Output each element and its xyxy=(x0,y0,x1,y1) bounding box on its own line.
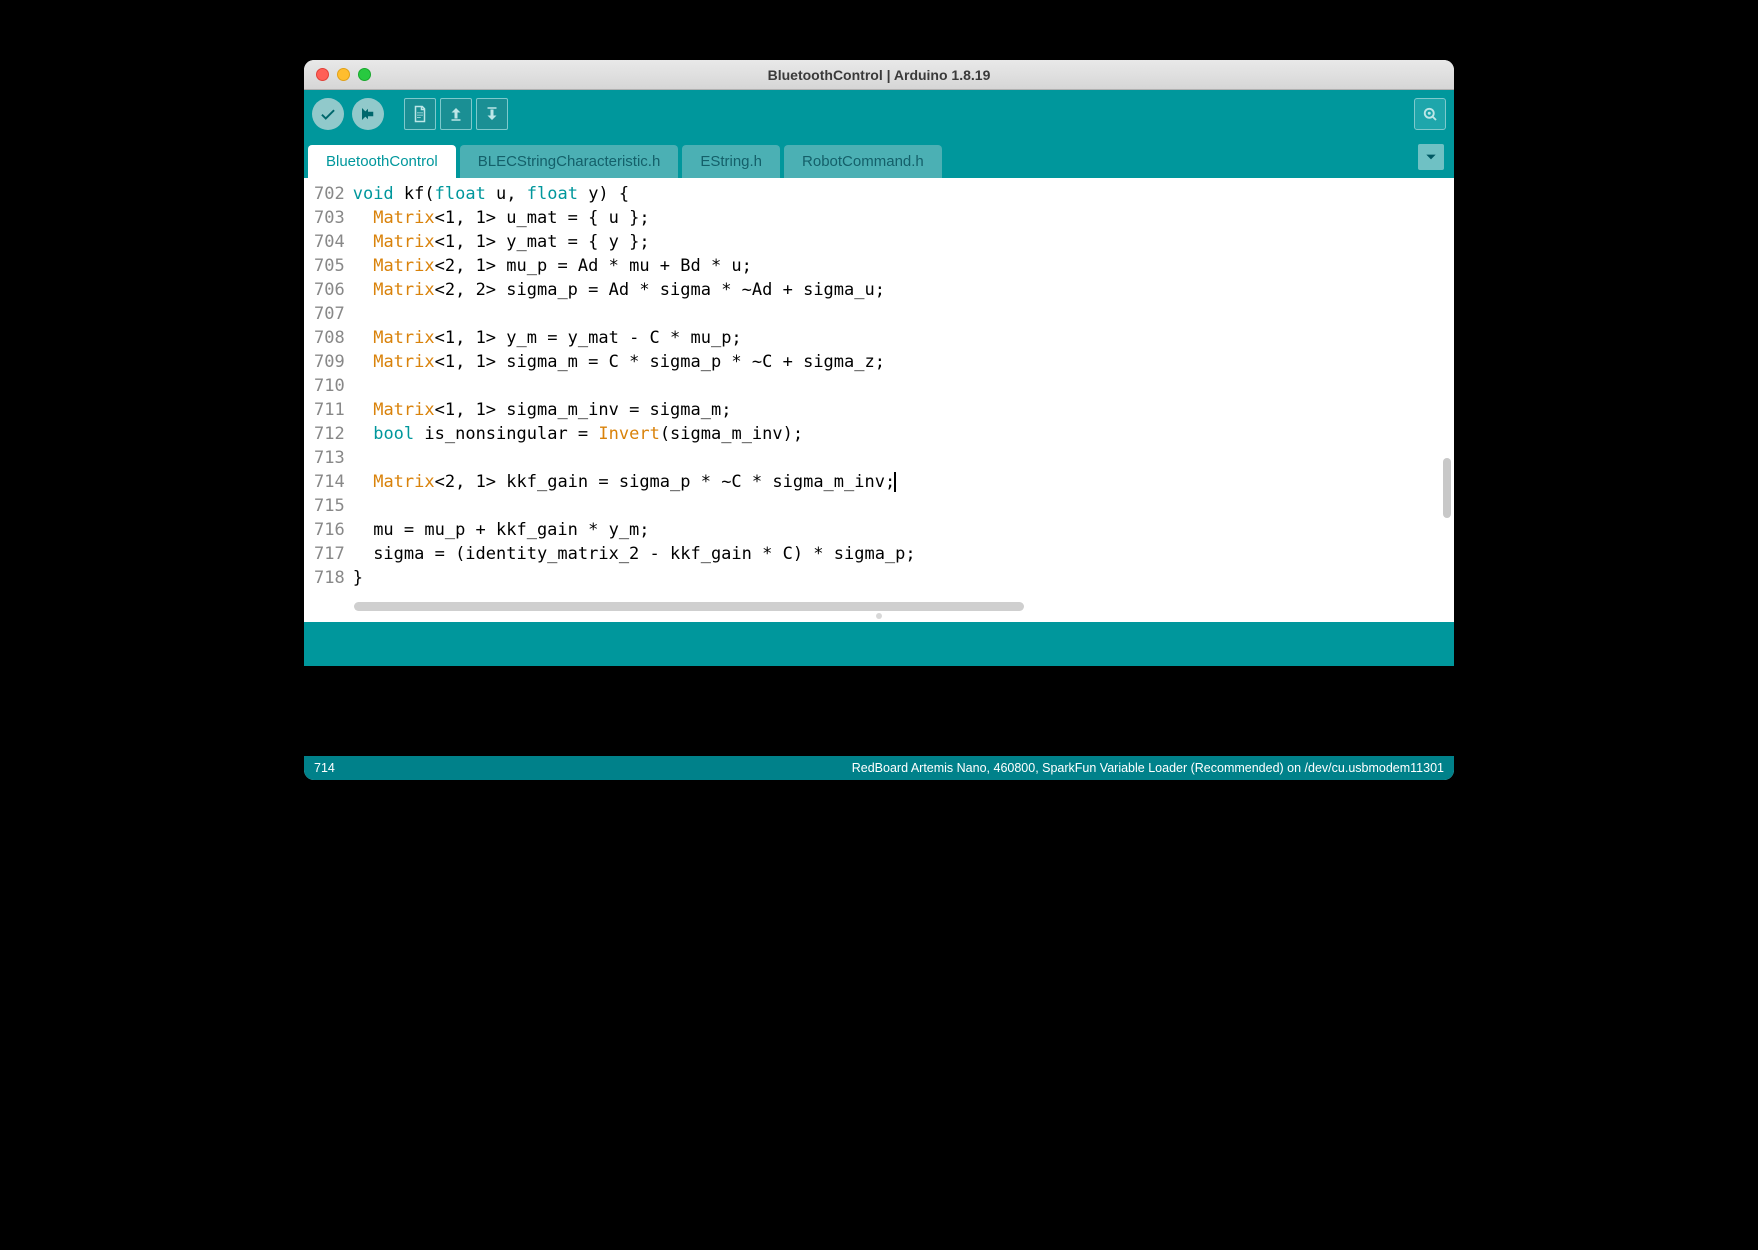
minimize-window-button[interactable] xyxy=(337,68,350,81)
window-title: BluetoothControl | Arduino 1.8.19 xyxy=(304,67,1454,83)
cursor-position: 714 xyxy=(314,761,335,775)
toolbar xyxy=(304,90,1454,138)
resize-handle-icon[interactable] xyxy=(876,613,882,619)
zoom-window-button[interactable] xyxy=(358,68,371,81)
close-window-button[interactable] xyxy=(316,68,329,81)
save-file-button[interactable] xyxy=(476,98,508,130)
code-content[interactable]: void kf(float u, float y) { Matrix<1, 1>… xyxy=(351,178,1454,598)
upload-button[interactable] xyxy=(352,98,384,130)
horizontal-scrollbar-track xyxy=(304,598,1454,622)
board-info: RedBoard Artemis Nano, 460800, SparkFun … xyxy=(852,761,1444,775)
editor-area[interactable]: 7027037047057067077087097107117127137147… xyxy=(304,178,1454,598)
text-cursor xyxy=(894,472,896,492)
tab-estring-h[interactable]: EString.h xyxy=(682,145,780,178)
tab-bluetoothcontrol[interactable]: BluetoothControl xyxy=(308,145,456,178)
open-file-button[interactable] xyxy=(440,98,472,130)
console-output[interactable] xyxy=(304,666,1454,756)
tab-menu-button[interactable] xyxy=(1418,144,1444,170)
arduino-window: BluetoothControl | Arduino 1.8.19 Blueto… xyxy=(304,60,1454,780)
traffic-lights xyxy=(304,68,371,81)
new-file-button[interactable] xyxy=(404,98,436,130)
serial-monitor-button[interactable] xyxy=(1414,98,1446,130)
vertical-scrollbar[interactable] xyxy=(1443,458,1451,518)
verify-button[interactable] xyxy=(312,98,344,130)
horizontal-scrollbar[interactable] xyxy=(354,602,1024,611)
titlebar[interactable]: BluetoothControl | Arduino 1.8.19 xyxy=(304,60,1454,90)
tabbar: BluetoothControlBLECStringCharacteristic… xyxy=(304,138,1454,178)
tab-robotcommand-h[interactable]: RobotCommand.h xyxy=(784,145,942,178)
compile-status-area xyxy=(304,622,1454,666)
statusbar: 714 RedBoard Artemis Nano, 460800, Spark… xyxy=(304,756,1454,780)
line-gutter: 7027037047057067077087097107117127137147… xyxy=(304,178,351,598)
tab-blecstringcharacteristic-h[interactable]: BLECStringCharacteristic.h xyxy=(460,145,679,178)
